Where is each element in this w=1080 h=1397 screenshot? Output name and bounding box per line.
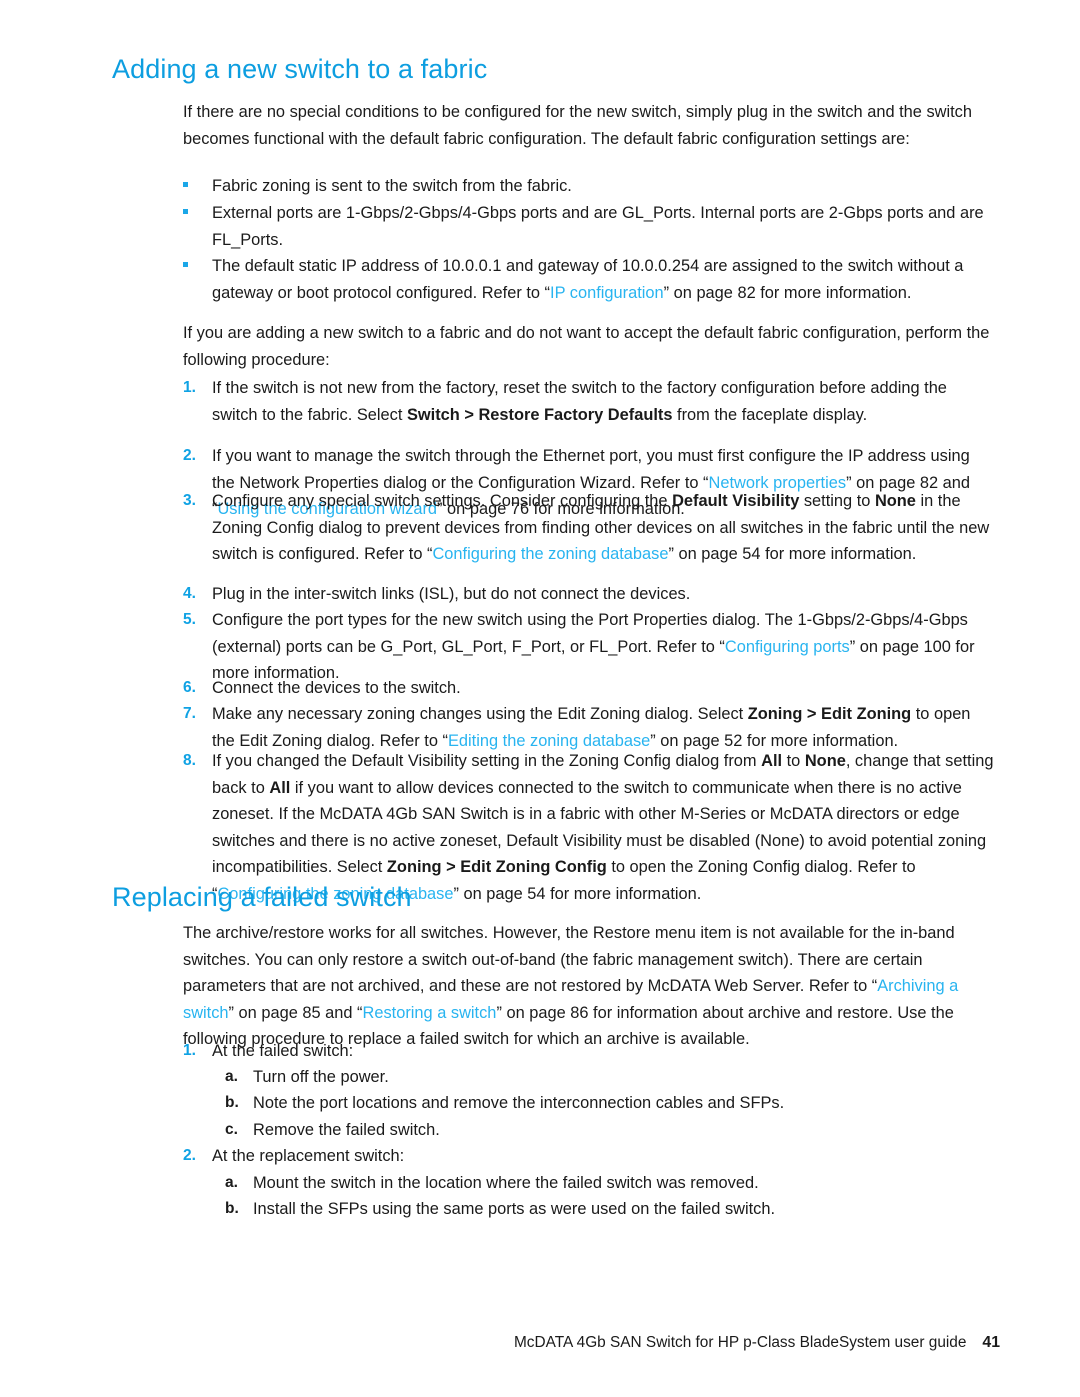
- document-page: Adding a new switch to a fabric If there…: [0, 0, 1080, 1397]
- list-item: Fabric zoning is sent to the switch from…: [183, 173, 995, 200]
- text-run: Make any necessary zoning changes using …: [212, 705, 748, 723]
- substep-text: Mount the switch in the location where t…: [253, 1174, 759, 1192]
- emphasis-text: Switch > Restore Factory Defaults: [406, 405, 673, 424]
- list-item: 4. Plug in the inter-switch links (ISL),…: [183, 581, 995, 608]
- list-item: 1. If the switch is not new from the fac…: [183, 375, 995, 428]
- page-number: 41: [982, 1334, 1000, 1351]
- emphasis-text: All: [269, 778, 291, 797]
- step-number: 2.: [183, 1147, 196, 1164]
- text-run: Plug in the inter-switch links (ISL), bu…: [212, 585, 691, 603]
- substep-text: Install the SFPs using the same ports as…: [253, 1200, 776, 1218]
- text-run: ” on page 85 and “: [228, 1003, 363, 1022]
- text-run: from the faceplate display.: [672, 405, 868, 424]
- text-run: External ports are 1-Gbps/2-Gbps/4-Gbps …: [212, 204, 984, 249]
- emphasis-text: None: [804, 752, 846, 770]
- list-item: a. Mount the switch in the location wher…: [225, 1170, 995, 1197]
- list-item: b. Note the port locations and remove th…: [225, 1090, 995, 1117]
- bullet-text: The default static IP address of 10.0.0.…: [212, 253, 995, 306]
- text-run: setting to: [799, 492, 875, 510]
- text-run: If you changed the Default Visibility se…: [212, 752, 762, 770]
- step-text: Plug in the inter-switch links (ISL), bu…: [212, 581, 995, 608]
- step-number: 5.: [183, 611, 196, 628]
- substep-text: Turn off the power.: [253, 1068, 389, 1086]
- step-text: At the replacement switch:: [212, 1143, 995, 1170]
- list-item: 6. Connect the devices to the switch.: [183, 675, 995, 702]
- page-footer: McDATA 4Gb SAN Switch for HP p-Class Bla…: [0, 1334, 1000, 1352]
- bullet-marker-icon: [183, 182, 188, 187]
- text-run: ” on page 54 for more information.: [453, 884, 702, 903]
- step-text: Configure any special switch settings. C…: [212, 488, 995, 568]
- text-run: ” on page 52 for more information.: [650, 731, 899, 750]
- list-item: 3. Configure any special switch settings…: [183, 488, 995, 568]
- cross-reference-link[interactable]: Configuring ports: [725, 638, 850, 656]
- step-number: 4.: [183, 585, 196, 602]
- step-number: 1.: [183, 1042, 196, 1059]
- bullet-marker-icon: [183, 262, 188, 267]
- step-text: Connect the devices to the switch.: [212, 675, 995, 702]
- substep-letter: a.: [225, 1174, 238, 1191]
- text-run: to: [782, 752, 805, 770]
- step-number: 6.: [183, 679, 196, 696]
- emphasis-text: Default Visibility: [672, 492, 800, 510]
- page-title-replacing-switch: Replacing a failed switch: [112, 882, 412, 912]
- bullet-marker-icon: [183, 209, 188, 214]
- intro-paragraph-replacing: The archive/restore works for all switch…: [183, 920, 995, 1053]
- text-run: The archive/restore works for all switch…: [183, 924, 955, 996]
- text-run: ” on page 82 for more information.: [663, 283, 912, 302]
- bullet-text: Fabric zoning is sent to the switch from…: [212, 173, 995, 200]
- emphasis-text: Zoning > Edit Zoning Config: [386, 858, 607, 877]
- page-title-adding-switch: Adding a new switch to a fabric: [112, 54, 488, 84]
- step-number: 3.: [183, 492, 196, 509]
- emphasis-text: None: [874, 492, 916, 510]
- emphasis-text: Zoning > Edit Zoning: [747, 705, 912, 723]
- intro-paragraph-adding: If there are no special conditions to be…: [183, 103, 972, 148]
- text-run: Configure any special switch settings. C…: [212, 492, 673, 510]
- substep-letter: b.: [225, 1094, 239, 1111]
- cross-reference-link[interactable]: Editing the zoning database: [448, 732, 650, 750]
- list-item: External ports are 1-Gbps/2-Gbps/4-Gbps …: [183, 200, 995, 253]
- text-run: At the replacement switch:: [212, 1147, 405, 1165]
- list-item: b. Install the SFPs using the same ports…: [225, 1196, 995, 1223]
- substep-letter: c.: [225, 1121, 238, 1138]
- cross-reference-link[interactable]: Configuring the zoning database: [432, 545, 668, 563]
- cross-reference-link[interactable]: IP configuration: [550, 284, 664, 302]
- list-item: 1. At the failed switch:: [183, 1038, 995, 1065]
- substep-text: Note the port locations and remove the i…: [253, 1094, 785, 1112]
- list-item: 7. Make any necessary zoning changes usi…: [183, 701, 995, 754]
- step-number: 7.: [183, 705, 196, 722]
- emphasis-text: All: [761, 752, 783, 770]
- list-item: a. Turn off the power.: [225, 1064, 995, 1091]
- substep-letter: b.: [225, 1200, 239, 1217]
- list-item: The default static IP address of 10.0.0.…: [183, 253, 995, 306]
- step-text: If the switch is not new from the factor…: [212, 375, 995, 428]
- bullet-text: External ports are 1-Gbps/2-Gbps/4-Gbps …: [212, 200, 995, 253]
- step-text: At the failed switch:: [212, 1038, 995, 1065]
- substep-text: Remove the failed switch.: [253, 1121, 440, 1139]
- step-number: 1.: [183, 379, 196, 396]
- substep-letter: a.: [225, 1068, 238, 1085]
- text-run: ” on page 54 for more information.: [668, 545, 917, 564]
- cross-reference-link[interactable]: Restoring a switch: [363, 1004, 497, 1022]
- step-number: 2.: [183, 447, 196, 464]
- text-run: Fabric zoning is sent to the switch from…: [212, 177, 572, 195]
- step-text: Make any necessary zoning changes using …: [212, 701, 995, 754]
- text-run: At the failed switch:: [212, 1042, 354, 1060]
- list-item: c. Remove the failed switch.: [225, 1117, 995, 1144]
- procedure-intro-paragraph: If you are adding a new switch to a fabr…: [183, 324, 990, 369]
- text-run: Connect the devices to the switch.: [212, 679, 461, 697]
- step-number: 8.: [183, 752, 196, 769]
- footer-title: McDATA 4Gb SAN Switch for HP p-Class Bla…: [513, 1334, 967, 1351]
- list-item: 2. At the replacement switch:: [183, 1143, 995, 1170]
